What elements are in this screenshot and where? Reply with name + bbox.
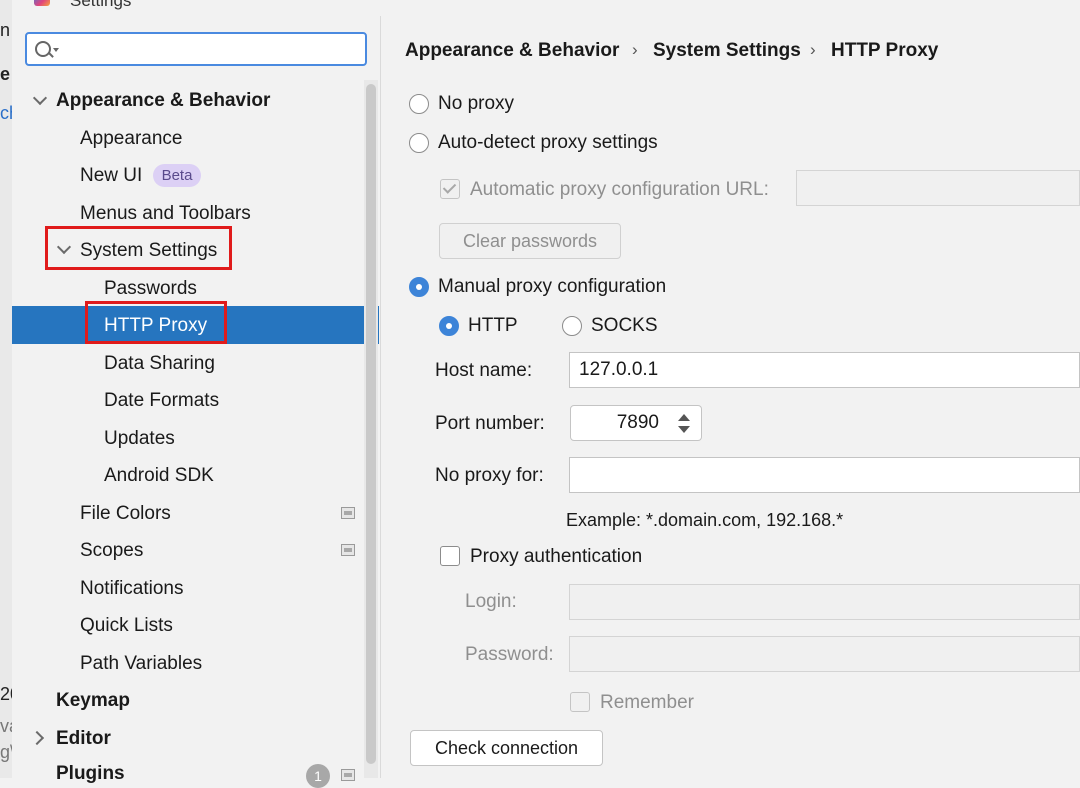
sidebar-scrollbar-thumb[interactable] — [366, 84, 376, 764]
manual-proxy-radio[interactable] — [409, 277, 429, 297]
proxy-auth-checkbox[interactable] — [440, 546, 460, 566]
project-level-icon — [341, 544, 355, 556]
spin-down-icon[interactable] — [678, 426, 690, 433]
no-proxy-example-hint: Example: *.domain.com, 192.168.* — [566, 510, 844, 530]
auto-config-url-checkbox[interactable] — [440, 179, 460, 199]
edge-fragment: e — [0, 64, 11, 84]
highlight-box-http-proxy — [85, 301, 227, 344]
sidebar-item-appearance-behavior[interactable]: Appearance & Behavior — [56, 89, 270, 113]
sidebar-item-date-formats[interactable]: Date Formats — [104, 389, 219, 413]
plugins-update-count: 1 — [306, 764, 330, 788]
project-level-icon — [341, 507, 355, 519]
password-field[interactable] — [569, 636, 1080, 672]
proxy-auth-label[interactable]: Proxy authentication — [470, 545, 642, 569]
app-logo-icon — [34, 0, 50, 6]
socks-radio[interactable] — [562, 316, 582, 336]
search-options-dropdown-icon[interactable] — [53, 48, 59, 52]
login-label: Login: — [465, 591, 517, 612]
edge-fragment: n — [0, 20, 11, 40]
breadcrumb-item[interactable]: System Settings — [653, 40, 801, 62]
sidebar-item-editor[interactable]: Editor — [56, 727, 111, 751]
password-label: Password: — [465, 644, 554, 665]
project-level-icon — [341, 769, 355, 781]
port-spinner[interactable] — [668, 405, 702, 441]
search-icon[interactable] — [35, 41, 51, 57]
sidebar-item-file-colors[interactable]: File Colors — [80, 502, 171, 526]
sidebar-item-path-variables[interactable]: Path Variables — [80, 652, 202, 676]
port-number-label: Port number: — [435, 413, 545, 434]
check-connection-button[interactable]: Check connection — [410, 730, 603, 766]
sidebar-item-scopes[interactable]: Scopes — [80, 539, 143, 563]
auto-detect-label[interactable]: Auto-detect proxy settings — [438, 131, 658, 155]
remember-checkbox[interactable] — [570, 692, 590, 712]
port-number-field[interactable]: 7890 — [570, 405, 669, 441]
beta-badge: Beta — [153, 164, 201, 187]
breadcrumb-item[interactable]: Appearance & Behavior — [405, 40, 619, 62]
title-bar: Settings — [12, 0, 1080, 16]
breadcrumb-item-current: HTTP Proxy — [831, 40, 939, 61]
sidebar-item-quick-lists[interactable]: Quick Lists — [80, 614, 173, 638]
sidebar-item-menus-toolbars[interactable]: Menus and Toolbars — [80, 202, 251, 226]
http-radio[interactable] — [439, 316, 459, 336]
spin-up-icon[interactable] — [678, 414, 690, 421]
clear-passwords-button[interactable]: Clear passwords — [439, 223, 621, 259]
no-proxy-for-label: No proxy for: — [435, 465, 544, 486]
remember-label: Remember — [600, 692, 694, 713]
sidebar-item-plugins[interactable]: Plugins — [56, 762, 125, 786]
auto-config-url-label: Automatic proxy configuration URL: — [470, 179, 769, 200]
sidebar-item-new-ui[interactable]: New UI — [80, 164, 142, 188]
no-proxy-for-field[interactable] — [569, 457, 1080, 493]
sidebar-item-notifications[interactable]: Notifications — [80, 577, 184, 601]
sidebar-item-updates[interactable]: Updates — [104, 427, 175, 451]
auto-config-url-field[interactable] — [796, 170, 1080, 206]
sidebar-item-android-sdk[interactable]: Android SDK — [104, 464, 214, 488]
sidebar-item-data-sharing[interactable]: Data Sharing — [104, 352, 215, 376]
sidebar-item-keymap[interactable]: Keymap — [56, 689, 130, 713]
host-name-label: Host name: — [435, 360, 533, 381]
sidebar-item-appearance[interactable]: Appearance — [80, 127, 182, 151]
search-input[interactable] — [63, 38, 363, 62]
login-field[interactable] — [569, 584, 1080, 620]
breadcrumb-separator-icon: › — [810, 40, 816, 59]
auto-detect-radio[interactable] — [409, 133, 429, 153]
no-proxy-label[interactable]: No proxy — [438, 92, 514, 116]
sidebar-item-passwords[interactable]: Passwords — [104, 277, 197, 301]
window-title: Settings — [70, 0, 132, 10]
no-proxy-radio[interactable] — [409, 94, 429, 114]
socks-label[interactable]: SOCKS — [591, 314, 658, 338]
breadcrumb-separator-icon: › — [632, 40, 638, 59]
manual-proxy-label[interactable]: Manual proxy configuration — [438, 275, 666, 299]
highlight-box-system-settings — [45, 226, 232, 270]
host-name-field[interactable]: 127.0.0.1 — [569, 352, 1080, 388]
http-label[interactable]: HTTP — [468, 314, 518, 338]
settings-search[interactable] — [25, 32, 367, 66]
